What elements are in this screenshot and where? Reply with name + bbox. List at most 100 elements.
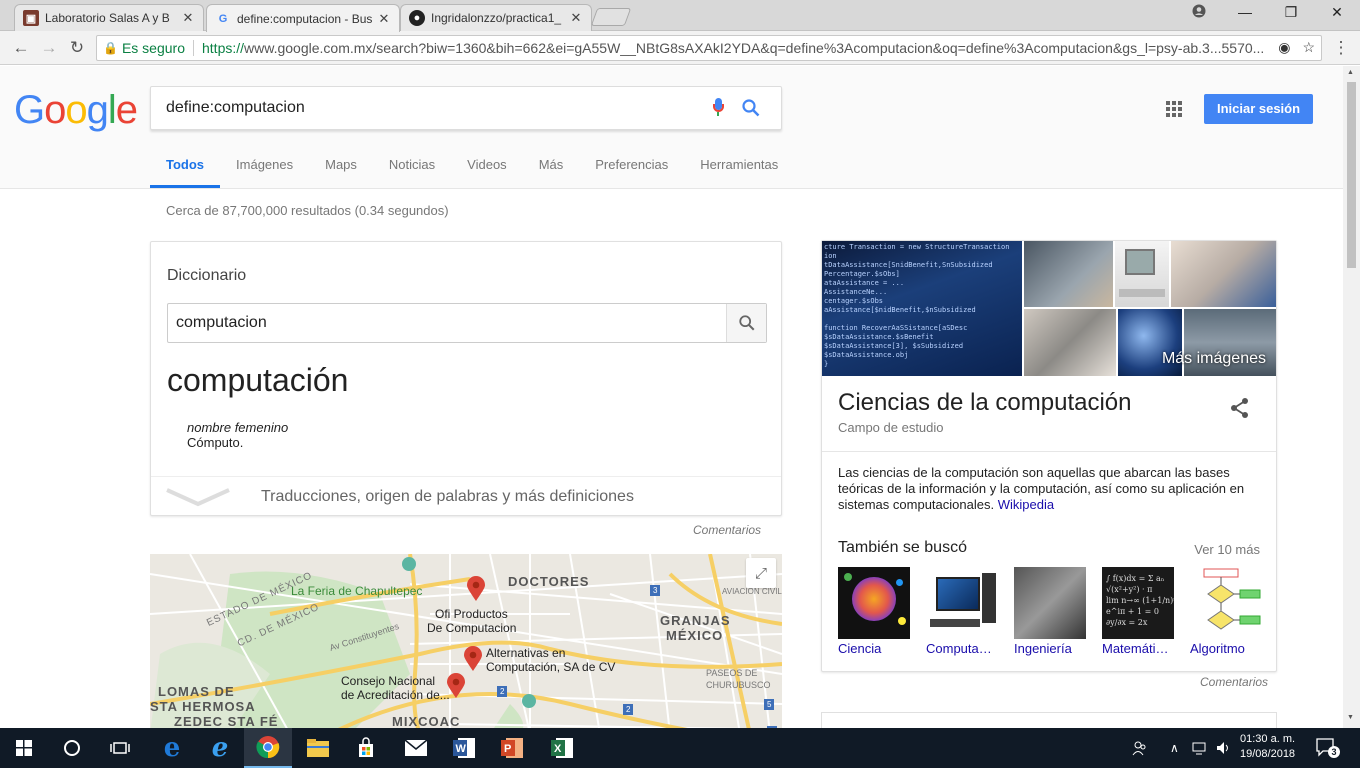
- wikipedia-link[interactable]: Wikipedia: [998, 497, 1054, 512]
- computadora-thumbnail: [926, 567, 998, 639]
- related-item-algoritmo[interactable]: Algoritmo: [1190, 567, 1262, 656]
- location-icon[interactable]: ◉: [1278, 39, 1290, 56]
- related-item-matematicas[interactable]: ∫ f(x)dx = Σ aₙ √(x²+y²) · π lim n→∞ (1+…: [1102, 567, 1174, 656]
- show-hidden-icons-chevron-icon[interactable]: ∧: [1170, 728, 1179, 768]
- menu-dots-icon[interactable]: ⋮: [1330, 37, 1352, 59]
- forward-arrow-icon[interactable]: →: [38, 37, 60, 59]
- excel-icon[interactable]: X: [538, 728, 586, 768]
- tab-videos[interactable]: Videos: [451, 158, 523, 188]
- lab-image[interactable]: [1024, 309, 1116, 376]
- more-definitions-label: Traducciones, origen de palabras y más d…: [261, 487, 634, 505]
- back-arrow-icon[interactable]: ←: [10, 37, 32, 59]
- map-pin-icon[interactable]: [466, 576, 486, 602]
- tab-github[interactable]: ● Ingridalonzzo/practica1_ ✕: [400, 4, 592, 31]
- map-label: Computación, SA de CV: [486, 660, 616, 674]
- computer-image[interactable]: [1115, 241, 1169, 307]
- map[interactable]: DOCTORES La Feria de Chapultepec ESTADO …: [150, 554, 782, 734]
- network-icon[interactable]: [1192, 728, 1208, 768]
- map-pin-icon[interactable]: [463, 646, 483, 672]
- code-image[interactable]: cture Transaction = new StructureTransac…: [822, 241, 1022, 376]
- tab-laboratorio[interactable]: ▣ Laboratorio Salas A y B ✕: [14, 4, 204, 31]
- bookmark-star-icon[interactable]: ☆: [1302, 39, 1315, 56]
- dictionary-card: Diccionario computacion computación nomb…: [150, 241, 782, 516]
- url-text: www.google.com.mx/search?biw=1360&bih=66…: [244, 40, 1265, 56]
- share-icon[interactable]: [1230, 397, 1250, 424]
- more-images-link[interactable]: Más imágenes: [1162, 350, 1266, 368]
- related-item-ingenieria[interactable]: Ingeniería: [1014, 567, 1086, 656]
- woman-computer-image[interactable]: [1171, 241, 1276, 307]
- scroll-down-icon[interactable]: ▼: [1347, 714, 1354, 721]
- task-view-icon[interactable]: [96, 728, 144, 768]
- edge-icon[interactable]: e: [148, 728, 196, 768]
- tab-herramientas[interactable]: Herramientas: [684, 158, 794, 188]
- definition: Cómputo.: [187, 435, 244, 450]
- tab-imagenes[interactable]: Imágenes: [220, 158, 309, 188]
- attraction-icon: [402, 557, 416, 571]
- file-explorer-icon[interactable]: [294, 728, 342, 768]
- cortana-icon[interactable]: [48, 728, 96, 768]
- apps-grid-icon[interactable]: [1166, 101, 1182, 117]
- microphone-icon[interactable]: [713, 98, 724, 116]
- close-icon[interactable]: ✕: [377, 11, 391, 27]
- entity-description: Las ciencias de la computación son aquel…: [838, 465, 1245, 512]
- map-label: Ofi Productos: [435, 607, 508, 621]
- tab-preferencias[interactable]: Preferencias: [579, 158, 684, 188]
- tab-maps[interactable]: Maps: [309, 158, 373, 188]
- related-item-label: Matemáti…: [1102, 641, 1169, 656]
- related-item-computadora[interactable]: Computa…: [926, 567, 998, 656]
- see-more-link[interactable]: Ver 10 más: [1194, 542, 1260, 557]
- students-image[interactable]: [1024, 241, 1113, 307]
- google-favicon-icon: G: [218, 12, 228, 25]
- scroll-up-icon[interactable]: ▲: [1347, 69, 1354, 76]
- people-icon[interactable]: [1132, 728, 1148, 768]
- mail-icon[interactable]: [392, 728, 440, 768]
- windows-start-icon[interactable]: [0, 728, 48, 768]
- divider: [822, 451, 1276, 452]
- dictionary-search-input[interactable]: computacion: [167, 303, 767, 343]
- action-center-icon[interactable]: 3: [1316, 738, 1340, 758]
- tab-noticias[interactable]: Noticias: [373, 158, 451, 188]
- more-definitions-button[interactable]: Traducciones, origen de palabras y más d…: [151, 476, 781, 516]
- reload-icon[interactable]: ↻: [66, 37, 88, 59]
- close-icon[interactable]: ✕: [181, 10, 195, 26]
- signin-button[interactable]: Iniciar sesión: [1204, 94, 1313, 124]
- map-label: ZEDEC STA FÉ: [174, 714, 279, 729]
- browser-toolbar: ← → ↻ 🔒 Es seguro https:// www.google.co…: [0, 31, 1360, 65]
- word-icon[interactable]: W: [440, 728, 488, 768]
- dictionary-search-button[interactable]: [726, 304, 766, 342]
- profile-icon[interactable]: [1184, 4, 1214, 21]
- tab-todos[interactable]: Todos: [150, 158, 221, 188]
- search-icon[interactable]: [741, 98, 761, 123]
- system-clock[interactable]: 01:30 a. m. 19/08/2018: [1240, 732, 1295, 762]
- address-bar[interactable]: 🔒 Es seguro https:// www.google.com.mx/s…: [96, 35, 1322, 61]
- close-icon[interactable]: ✕: [569, 10, 583, 26]
- volume-icon[interactable]: [1216, 728, 1232, 768]
- powerpoint-icon[interactable]: P: [488, 728, 536, 768]
- map-label: GRANJAS: [660, 613, 731, 628]
- window-close-icon[interactable]: ✕: [1322, 4, 1352, 21]
- chrome-icon[interactable]: [244, 728, 292, 768]
- restore-icon[interactable]: ❐: [1276, 4, 1306, 21]
- map-pin-icon[interactable]: [446, 673, 466, 699]
- image-collage[interactable]: cture Transaction = new StructureTransac…: [822, 241, 1276, 376]
- lock-icon: 🔒: [103, 41, 118, 55]
- new-tab-button[interactable]: [590, 8, 632, 26]
- map-label: La Feria de Chapultepec: [291, 584, 423, 598]
- related-item-ciencia[interactable]: Ciencia: [838, 567, 910, 656]
- divider: [193, 40, 194, 56]
- dictionary-feedback-link[interactable]: Comentarios: [693, 523, 761, 537]
- store-icon[interactable]: [342, 728, 390, 768]
- svg-text:W: W: [456, 743, 467, 755]
- page-scrollbar[interactable]: ▲ ▼: [1343, 66, 1360, 728]
- search-input[interactable]: define:computacion: [150, 86, 782, 130]
- google-logo[interactable]: Google: [14, 88, 138, 133]
- internet-explorer-icon[interactable]: e: [196, 728, 244, 768]
- knowledge-panel-feedback-link[interactable]: Comentarios: [1200, 675, 1268, 689]
- tab-mas[interactable]: Más: [523, 158, 580, 188]
- scroll-thumb[interactable]: [1347, 82, 1356, 268]
- lab-favicon-icon: ▣: [23, 10, 39, 26]
- secure-label: Es seguro: [121, 40, 185, 56]
- minimize-icon[interactable]: —: [1230, 4, 1260, 20]
- tab-google-search[interactable]: G define:computacion - Bus ✕: [206, 4, 400, 32]
- expand-map-icon[interactable]: ⤢: [746, 558, 776, 588]
